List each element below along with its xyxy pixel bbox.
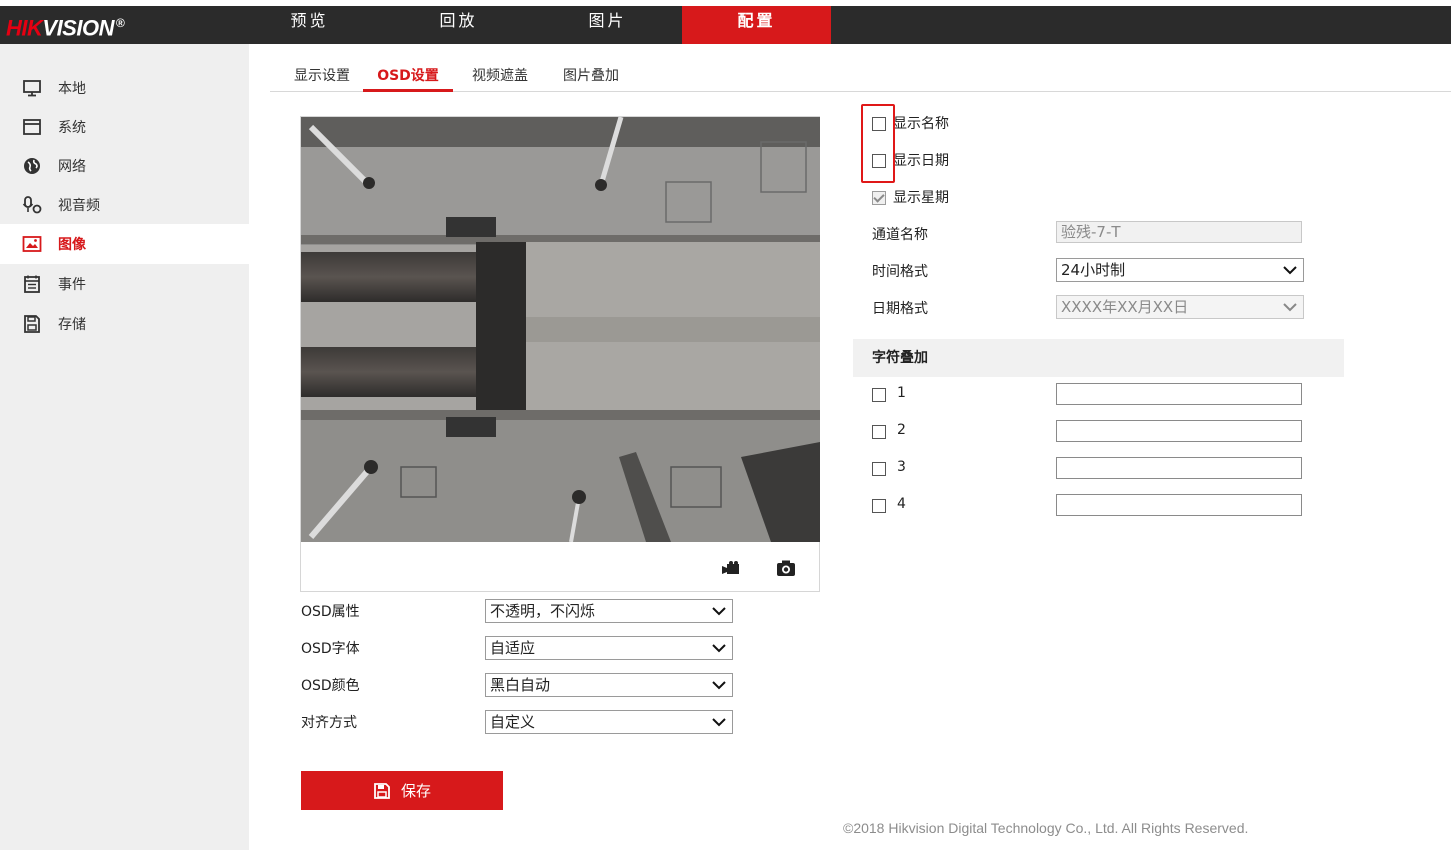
- date-format-select[interactable]: XXXX年XX月XX日: [1056, 295, 1304, 319]
- logo-part-2: VISION: [42, 15, 114, 41]
- show-name-checkbox[interactable]: [872, 117, 886, 131]
- osd-color-label: OSD颜色: [301, 678, 360, 694]
- hikvision-logo: HIKVISION ®: [6, 8, 125, 42]
- logo-part-1: HIK: [6, 15, 43, 41]
- chevron-down-icon: [712, 644, 726, 653]
- date-format-value: XXXX年XX月XX日: [1061, 298, 1189, 316]
- overlay-3-label: 3: [897, 459, 906, 475]
- chevron-down-icon: [712, 718, 726, 727]
- channel-name-value: 验残-7-T: [1061, 223, 1121, 241]
- event-calendar-icon: [22, 274, 42, 294]
- tab-picture-overlay[interactable]: 图片叠加: [556, 60, 626, 92]
- time-format-value: 24小时制: [1061, 261, 1126, 279]
- overlay-2-input[interactable]: [1056, 420, 1302, 442]
- osd-font-select[interactable]: 自适应: [485, 636, 733, 660]
- camera-snapshot-icon[interactable]: [775, 557, 797, 579]
- time-format-select[interactable]: 24小时制: [1056, 258, 1304, 282]
- sidebar-item-label: 视音频: [58, 198, 100, 214]
- nav-picture[interactable]: 图片: [533, 6, 682, 44]
- chevron-down-icon: [712, 681, 726, 690]
- top-bar: HIKVISION ® 预览 回放 图片 配置: [0, 6, 1451, 44]
- overlay-1-input[interactable]: [1056, 383, 1302, 405]
- osd-color-select[interactable]: 黑白自动: [485, 673, 733, 697]
- camera-live-image[interactable]: [301, 117, 820, 542]
- sidebar-item-label: 事件: [58, 277, 86, 293]
- tab-privacy-mask[interactable]: 视频遮盖: [465, 60, 535, 92]
- storage-icon: [22, 314, 42, 334]
- channel-name-input[interactable]: 验残-7-T: [1056, 221, 1302, 243]
- overlay-2-checkbox[interactable]: [872, 425, 886, 439]
- overlay-3-checkbox[interactable]: [872, 462, 886, 476]
- sidebar-item-storage[interactable]: 存储: [0, 304, 249, 344]
- time-format-label: 时间格式: [872, 264, 928, 280]
- audio-video-icon: [22, 195, 42, 215]
- copyright-footer: ©2018 Hikvision Digital Technology Co., …: [843, 820, 1249, 836]
- system-window-icon: [22, 117, 42, 137]
- sidebar-item-image[interactable]: 图像: [0, 224, 249, 264]
- sidebar-item-label: 网络: [58, 159, 86, 175]
- osd-color-value: 黑白自动: [490, 676, 551, 694]
- osd-font-value: 自适应: [490, 639, 536, 657]
- chevron-down-icon: [1283, 303, 1297, 312]
- sidebar: 本地 系统 网络 视音频 图像 事件 存储: [0, 44, 249, 850]
- tab-osd-settings[interactable]: OSD设置: [363, 60, 453, 92]
- overlay-4-input[interactable]: [1056, 494, 1302, 516]
- sidebar-item-network[interactable]: 网络: [0, 146, 249, 186]
- sidebar-item-label: 系统: [58, 120, 86, 136]
- nav-playback[interactable]: 回放: [384, 6, 533, 44]
- sidebar-item-local[interactable]: 本地: [0, 68, 249, 108]
- highlight-box: [861, 104, 895, 183]
- overlay-1-checkbox[interactable]: [872, 388, 886, 402]
- channel-name-label: 通道名称: [872, 227, 928, 243]
- save-icon: [373, 782, 391, 800]
- osd-attribute-value: 不透明，不闪烁: [490, 602, 596, 620]
- osd-attribute-label: OSD属性: [301, 604, 360, 620]
- sidebar-item-label: 本地: [58, 81, 86, 97]
- save-button-label: 保存: [400, 782, 431, 800]
- video-record-icon[interactable]: [721, 557, 743, 579]
- logo-registered-mark: ®: [115, 16, 125, 30]
- date-format-label: 日期格式: [872, 301, 928, 317]
- overlay-3-input[interactable]: [1056, 457, 1302, 479]
- show-week-checkbox[interactable]: [872, 191, 886, 205]
- alignment-label: 对齐方式: [301, 715, 357, 731]
- overlay-1-label: 1: [897, 385, 906, 401]
- tab-display-settings[interactable]: 显示设置: [284, 60, 360, 92]
- globe-icon: [22, 156, 42, 176]
- save-button[interactable]: 保存: [301, 771, 503, 810]
- text-overlay-header: 字符叠加: [853, 339, 1344, 377]
- monitor-icon: [22, 78, 42, 98]
- show-date-checkbox[interactable]: [872, 154, 886, 168]
- sidebar-item-label: 图像: [58, 237, 86, 253]
- sub-tabs: 显示设置 OSD设置 视频遮盖 图片叠加: [270, 60, 1451, 92]
- chevron-down-icon: [1283, 266, 1297, 275]
- overlay-2-label: 2: [897, 422, 906, 438]
- sidebar-item-label: 存储: [58, 317, 86, 333]
- osd-attribute-select[interactable]: 不透明，不闪烁: [485, 599, 733, 623]
- chevron-down-icon: [712, 607, 726, 616]
- show-date-label: 显示日期: [893, 153, 949, 169]
- alignment-value: 自定义: [490, 713, 536, 731]
- sidebar-item-system[interactable]: 系统: [0, 107, 249, 147]
- main-nav: 预览 回放 图片 配置: [235, 6, 831, 44]
- show-week-label: 显示星期: [893, 190, 949, 206]
- show-name-label: 显示名称: [893, 116, 949, 132]
- osd-font-label: OSD字体: [301, 641, 360, 657]
- image-icon: [22, 234, 42, 254]
- overlay-4-checkbox[interactable]: [872, 499, 886, 513]
- sidebar-item-event[interactable]: 事件: [0, 264, 249, 304]
- nav-configuration[interactable]: 配置: [682, 6, 831, 44]
- sidebar-item-audio-video[interactable]: 视音频: [0, 185, 249, 225]
- overlay-4-label: 4: [897, 496, 906, 512]
- nav-preview[interactable]: 预览: [235, 6, 384, 44]
- video-preview-panel: [300, 116, 820, 592]
- alignment-select[interactable]: 自定义: [485, 710, 733, 734]
